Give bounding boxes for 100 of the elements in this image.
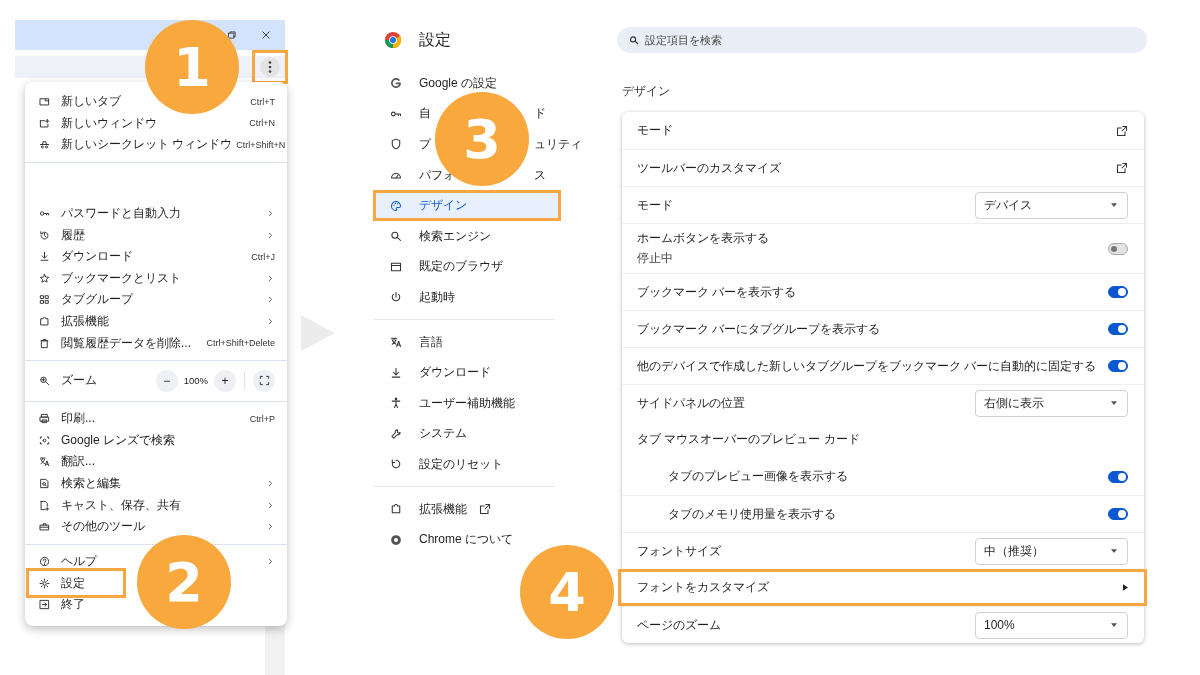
menu-item[interactable]: ブックマークとリスト <box>25 267 287 290</box>
external-link-icon[interactable] <box>1116 162 1128 174</box>
shortcut-text: Ctrl+T <box>249 96 275 107</box>
setting-label: ページのズーム <box>637 616 722 634</box>
toggle-switch[interactable] <box>1108 360 1128 372</box>
restore-window-icon[interactable] <box>227 30 237 40</box>
fullscreen-button[interactable] <box>253 369 275 392</box>
star-icon <box>39 272 50 284</box>
settings-row[interactable]: フォントをカスタマイズ <box>618 569 1147 606</box>
setting-label: モード <box>637 196 674 214</box>
search-field[interactable]: 設定項目を検索 <box>617 27 1147 53</box>
external-link-icon[interactable] <box>1116 124 1128 137</box>
setting-label: ツールバーのカスタマイズ <box>637 159 782 177</box>
toggle-switch[interactable] <box>1108 242 1128 255</box>
trash-icon <box>39 337 50 349</box>
magnifier-plus-icon <box>39 375 50 387</box>
label-fragment: ド <box>534 105 546 123</box>
menu-item-label: 新しいタブ <box>61 93 121 111</box>
menu-item[interactable]: ダウンロード Ctrl+J <box>25 245 287 268</box>
sidebar-item[interactable]: ダウンロード <box>419 364 491 382</box>
menu-item-label: 新しいウィンドウ <box>61 114 157 132</box>
setting-label: タブのメモリ使用量を表示する <box>668 505 837 523</box>
shield-icon <box>390 138 402 151</box>
menu-item-label: パスワードと自動入力 <box>61 205 181 223</box>
sidebar-item[interactable]: Google の設定 <box>419 74 498 92</box>
setting-label: 他のデバイスで作成した新しいタブグループをブックマーク バーに自動的に固定する <box>637 357 1098 375</box>
toggle-switch[interactable] <box>1108 323 1128 335</box>
sidebar-item[interactable]: 起動時 <box>419 288 455 306</box>
menu-item-label: ダウンロード <box>61 248 133 266</box>
close-icon[interactable] <box>261 30 271 40</box>
translate-icon <box>39 456 50 468</box>
menu-item[interactable]: 検索と編集 <box>25 472 287 495</box>
zoom-level: 100% <box>183 375 208 387</box>
menu-item[interactable]: パスワードと自動入力 <box>25 202 287 225</box>
chevron-right-icon <box>266 295 275 305</box>
history-icon <box>39 229 50 241</box>
settings-title: 設定 <box>419 29 451 50</box>
power-icon <box>390 291 402 304</box>
menu-item[interactable]: キャスト、保存、共有 <box>25 494 287 516</box>
search-icon <box>390 230 402 243</box>
sidebar-item[interactable]: 設定のリセット <box>419 455 503 473</box>
sidebar-item[interactable]: デザイン <box>373 190 561 221</box>
dropdown-select[interactable]: 中（推奨） <box>975 537 1128 565</box>
dropdown-select[interactable]: 100% <box>975 611 1128 639</box>
menu-item-label: 閲覧履歴データを削除... <box>61 334 191 352</box>
menu-item[interactable]: 設定 <box>26 568 126 599</box>
sidebar-item[interactable]: システム <box>419 425 467 443</box>
download-icon <box>390 366 402 379</box>
menu-item[interactable]: 印刷... Ctrl+P <box>25 407 287 430</box>
sidebar-item[interactable]: パフォ <box>419 166 455 184</box>
sidebar-item[interactable]: 既定のブラウザ <box>419 258 503 276</box>
menu-item[interactable]: 翻訳... <box>25 451 287 473</box>
menu-item[interactable]: Google レンズで検索 <box>25 429 287 452</box>
chrome-icon <box>390 533 402 546</box>
shortcut-text: Ctrl+Shift+N <box>235 140 286 150</box>
sidebar-item[interactable]: プ <box>419 136 431 153</box>
toolbox-icon <box>39 521 50 533</box>
document-search-icon <box>39 478 50 489</box>
dropdown-select[interactable]: デバイス <box>975 191 1128 219</box>
toggle-switch[interactable] <box>1108 508 1128 520</box>
sidebar-item[interactable]: ユーザー補助機能 <box>419 394 515 412</box>
setting-label: ブックマーク バーにタブグループを表示する <box>637 320 882 338</box>
setting-label: タブ マウスオーバーのプレビュー カード <box>637 431 861 448</box>
menu-item[interactable]: タブグループ <box>25 289 287 311</box>
menu-item[interactable]: その他のツール <box>25 515 287 538</box>
setting-label: フォントをカスタマイズ <box>637 579 770 596</box>
zoom-in-button[interactable]: + <box>214 369 236 392</box>
menu-item-label: キャスト、保存、共有 <box>61 496 181 514</box>
reset-icon <box>390 458 402 471</box>
menu-item[interactable]: 履歴 <box>25 224 287 246</box>
menu-item-label: ブックマークとリスト <box>61 269 181 287</box>
tab-icon <box>39 96 50 108</box>
chevron-right-icon <box>266 273 275 283</box>
menu-item-label: 印刷... <box>61 410 95 428</box>
menu-item[interactable]: 閲覧履歴データを削除... Ctrl+Shift+Delete <box>25 332 287 354</box>
gear-icon <box>39 577 50 589</box>
chevron-right-icon <box>266 317 275 327</box>
dropdown-caret-icon <box>1111 401 1117 405</box>
toggle-switch[interactable] <box>1108 470 1128 483</box>
shortcut-text: Ctrl+Shift+Delete <box>205 338 275 349</box>
sidebar-item[interactable]: 検索エンジン <box>419 227 491 245</box>
sidebar-item[interactable]: Chrome について <box>419 531 513 549</box>
sidebar-item[interactable]: 自 <box>419 105 431 123</box>
zoom-label: ズーム <box>61 372 97 390</box>
menu-item[interactable]: 拡張機能 <box>25 310 287 333</box>
dropdown-select[interactable]: 右側に表示 <box>975 389 1128 417</box>
window-plus-icon <box>39 117 50 129</box>
menu-item[interactable]: 新しいウィンドウ Ctrl+N <box>25 112 287 135</box>
zoom-out-button[interactable]: − <box>155 369 178 392</box>
label-fragment: ュリティ <box>534 136 582 153</box>
menu-item[interactable]: 新しいシークレット ウィンドウ Ctrl+Shift+N <box>25 134 287 156</box>
dropdown-caret-icon <box>1111 549 1117 553</box>
menu-item-label: 検索と編集 <box>61 475 121 492</box>
sidebar-item[interactable]: 言語 <box>419 333 443 351</box>
help-icon <box>39 555 50 567</box>
toggle-switch[interactable] <box>1108 286 1128 298</box>
puzzle-icon <box>39 316 50 328</box>
setting-status: 停止中 <box>637 250 674 267</box>
sidebar-item[interactable]: 拡張機能 <box>419 500 467 518</box>
grid-icon <box>39 294 50 306</box>
